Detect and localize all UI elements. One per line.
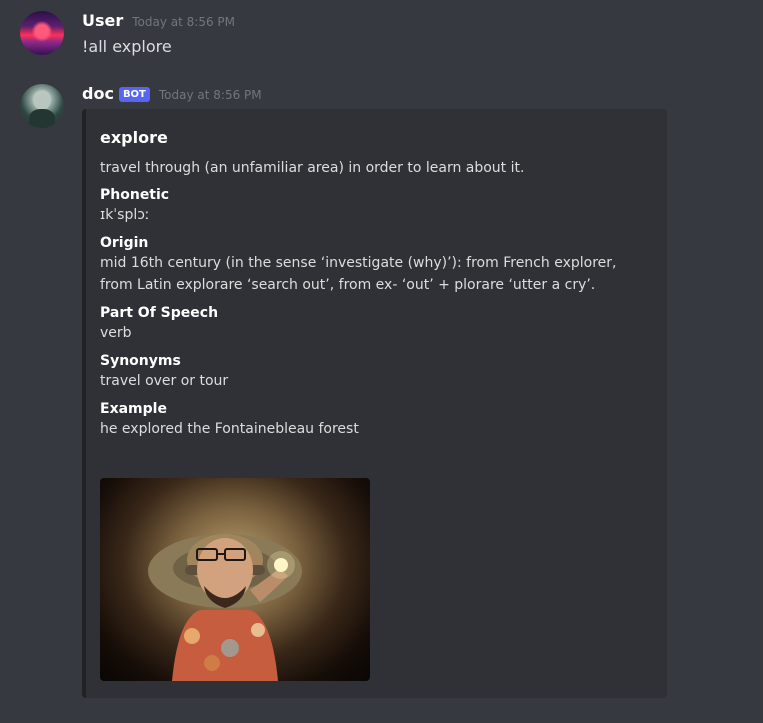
field-name: Origin xyxy=(100,235,149,251)
field-name: Part Of Speech xyxy=(100,305,219,321)
timestamp[interactable]: Today at 8:56 PM xyxy=(159,84,262,106)
field-value: ɪkˈsplɔː xyxy=(100,207,150,223)
embed-description: travel through (an unfamiliar area) in o… xyxy=(100,160,525,176)
explorer-photo xyxy=(148,534,302,681)
field-name: Phonetic xyxy=(100,187,170,203)
field-value: mid 16th century (in the sense ‘investig… xyxy=(100,255,617,293)
field-value: he explored the Fontainebleau forest xyxy=(100,421,359,437)
timestamp[interactable]: Today at 8:56 PM xyxy=(132,11,235,33)
embed-field-part-of-speech: Part Of Speech verb xyxy=(100,304,648,344)
embed-title: explore xyxy=(100,128,168,147)
message-header: doc BOT Today at 8:56 PM xyxy=(82,83,262,106)
embed-image[interactable] xyxy=(100,478,370,681)
embed-field-origin: Origin mid 16th century (in the sense ‘i… xyxy=(100,234,648,296)
field-name: Synonyms xyxy=(100,353,181,369)
field-value: travel over or tour xyxy=(100,373,229,389)
field-name: Example xyxy=(100,401,167,417)
bot-avatar[interactable] xyxy=(20,84,64,128)
username[interactable]: User xyxy=(82,10,123,32)
message-content: !all explore xyxy=(82,37,172,56)
message-header: User Today at 8:56 PM xyxy=(82,10,235,33)
dictionary-embed: explore travel through (an unfamiliar ar… xyxy=(82,109,667,698)
avatar-head-shape xyxy=(34,92,50,110)
embed-field-phonetic: Phonetic ɪkˈsplɔː xyxy=(100,186,648,226)
user-avatar[interactable] xyxy=(20,11,64,55)
username[interactable]: doc xyxy=(82,83,114,105)
field-value: verb xyxy=(100,325,132,341)
avatar-body-shape xyxy=(29,109,55,128)
bot-badge: BOT xyxy=(118,87,150,102)
embed-field-example: Example he explored the Fontainebleau fo… xyxy=(100,400,648,440)
embed-field-synonyms: Synonyms travel over or tour xyxy=(100,352,648,392)
embed-content: explore travel through (an unfamiliar ar… xyxy=(100,127,648,448)
